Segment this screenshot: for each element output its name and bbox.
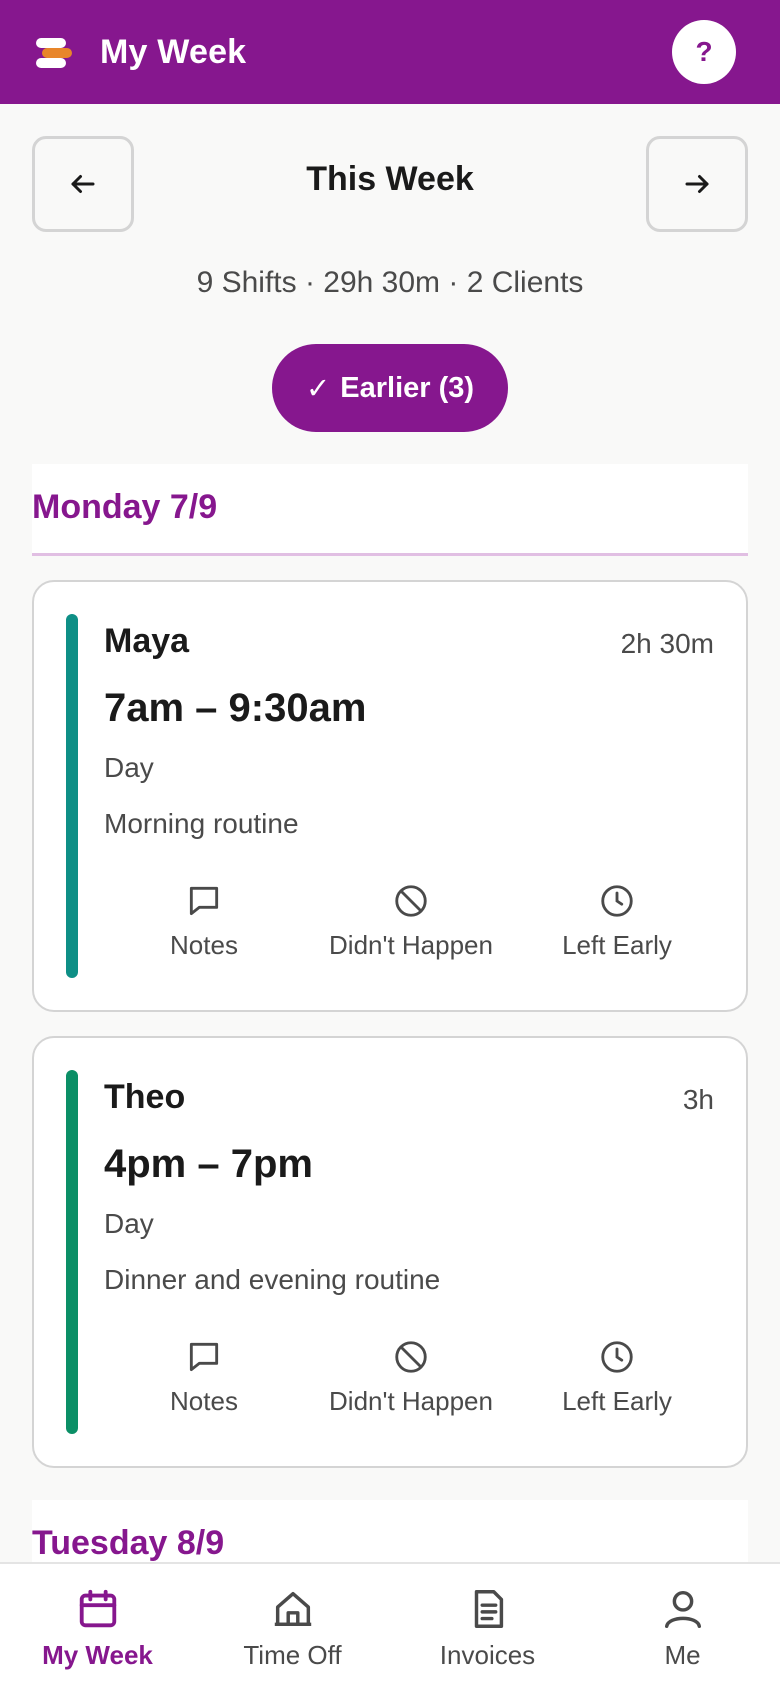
nav-invoices[interactable]: Invoices [390,1586,585,1671]
shift-card[interactable]: Maya 2h 30m 7am – 9:30am Day Morning rou… [32,580,748,1012]
notes-button[interactable]: Notes [104,882,304,961]
action-label: Didn't Happen [329,930,493,960]
shift-description: Morning routine [104,808,299,839]
action-label: Notes [170,930,238,960]
person-icon [664,1590,701,1628]
didnt-happen-button[interactable]: Didn't Happen [311,1338,511,1417]
clock-icon [601,885,633,917]
shift-accent-bar [66,614,78,978]
action-label: Didn't Happen [329,1386,493,1416]
didnt-happen-button[interactable]: Didn't Happen [311,882,511,961]
action-label: Left Early [562,930,672,960]
ban-icon [395,1341,427,1373]
shift-actions: Notes Didn't Happen Left Early [104,882,714,972]
next-week-button[interactable] [646,136,748,232]
nav-label: Invoices [439,1640,536,1670]
nav-label: Time Off [243,1640,342,1670]
day-label: Monday 7/9 [32,488,218,526]
calendar-icon [79,1589,116,1628]
ban-icon [395,885,427,917]
shift-time: 4pm – 7pm [104,1142,313,1186]
logo-icon [36,35,72,69]
week-navigator: This Week [32,136,748,232]
app-root: My Week ? This Week 9 Shifts · 29h 30m ·… [0,0,780,1688]
nav-my-week[interactable]: My Week [0,1586,195,1671]
earlier-label: Earlier (3) [340,371,475,404]
page-title: My Week [100,32,247,71]
nav-time-off[interactable]: Time Off [195,1586,390,1671]
shift-card[interactable]: Theo 3h 4pm – 7pm Day Dinner and evening… [32,1036,748,1468]
nav-label: Me [664,1640,701,1670]
week-title: This Week [306,160,474,198]
shift-duration: 3h [682,1084,714,1115]
action-label: Notes [170,1386,238,1416]
day-header: Monday 7/9 [32,464,748,556]
week-summary: 9 Shifts · 29h 30m · 2 Clients [196,266,584,299]
help-button[interactable]: ? [672,20,736,84]
bottom-navigation: My Week Time Off Invoices Me [0,1562,780,1688]
shift-accent-bar [66,1070,78,1434]
notes-button[interactable]: Notes [104,1338,304,1417]
client-name: Theo [104,1078,186,1116]
document-icon [474,1590,503,1628]
left-early-button[interactable]: Left Early [517,1338,717,1417]
shift-type: Day [104,1208,154,1239]
top-app-bar: My Week ? [0,0,780,104]
earlier-shifts-toggle[interactable]: ✓ Earlier (3) [272,344,508,432]
house-icon [274,1591,311,1627]
action-label: Left Early [562,1386,672,1416]
clock-icon [601,1341,633,1373]
chat-bubble-icon [189,1342,219,1372]
check-icon: ✓ [305,372,331,405]
shift-description: Dinner and evening routine [104,1264,441,1295]
day-header: Tuesday 8/9 [32,1500,748,1570]
client-name: Maya [104,622,190,660]
day-label: Tuesday 8/9 [32,1524,225,1562]
shift-actions: Notes Didn't Happen Left Early [104,1338,714,1428]
shift-duration: 2h 30m [620,628,714,659]
nav-label: My Week [42,1640,153,1670]
nav-me[interactable]: Me [585,1586,780,1671]
shift-type: Day [104,752,154,783]
left-early-button[interactable]: Left Early [517,882,717,961]
chat-bubble-icon [189,886,219,916]
shift-time: 7am – 9:30am [104,686,367,730]
arrow-right-icon [685,175,709,193]
